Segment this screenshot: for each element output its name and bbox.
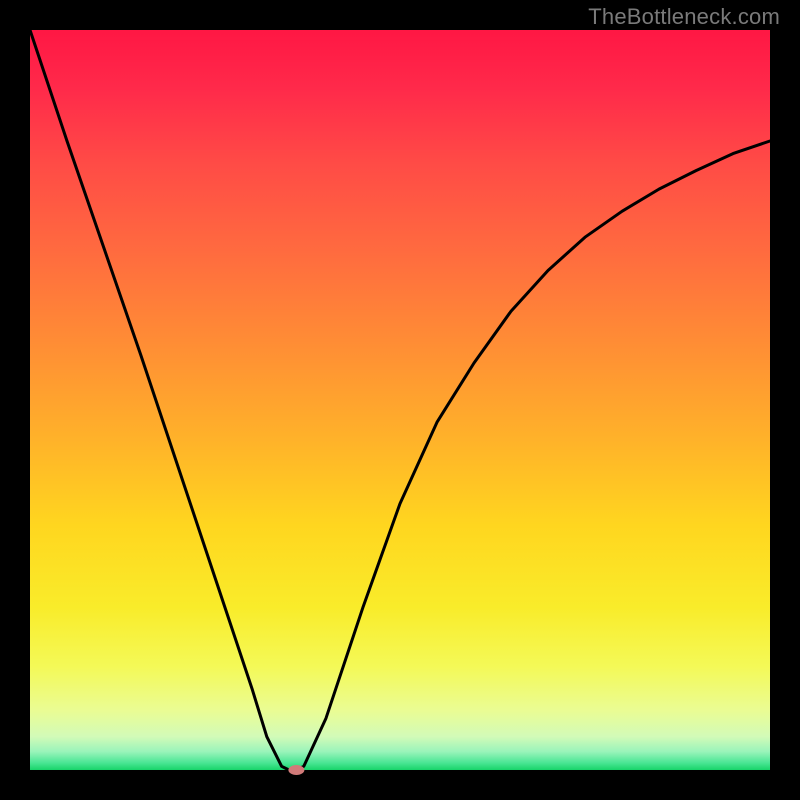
plot-background (30, 30, 770, 770)
optimum-marker (288, 765, 304, 775)
bottleneck-plot (0, 0, 800, 800)
watermark-text: TheBottleneck.com (588, 4, 780, 30)
chart-frame: TheBottleneck.com (0, 0, 800, 800)
